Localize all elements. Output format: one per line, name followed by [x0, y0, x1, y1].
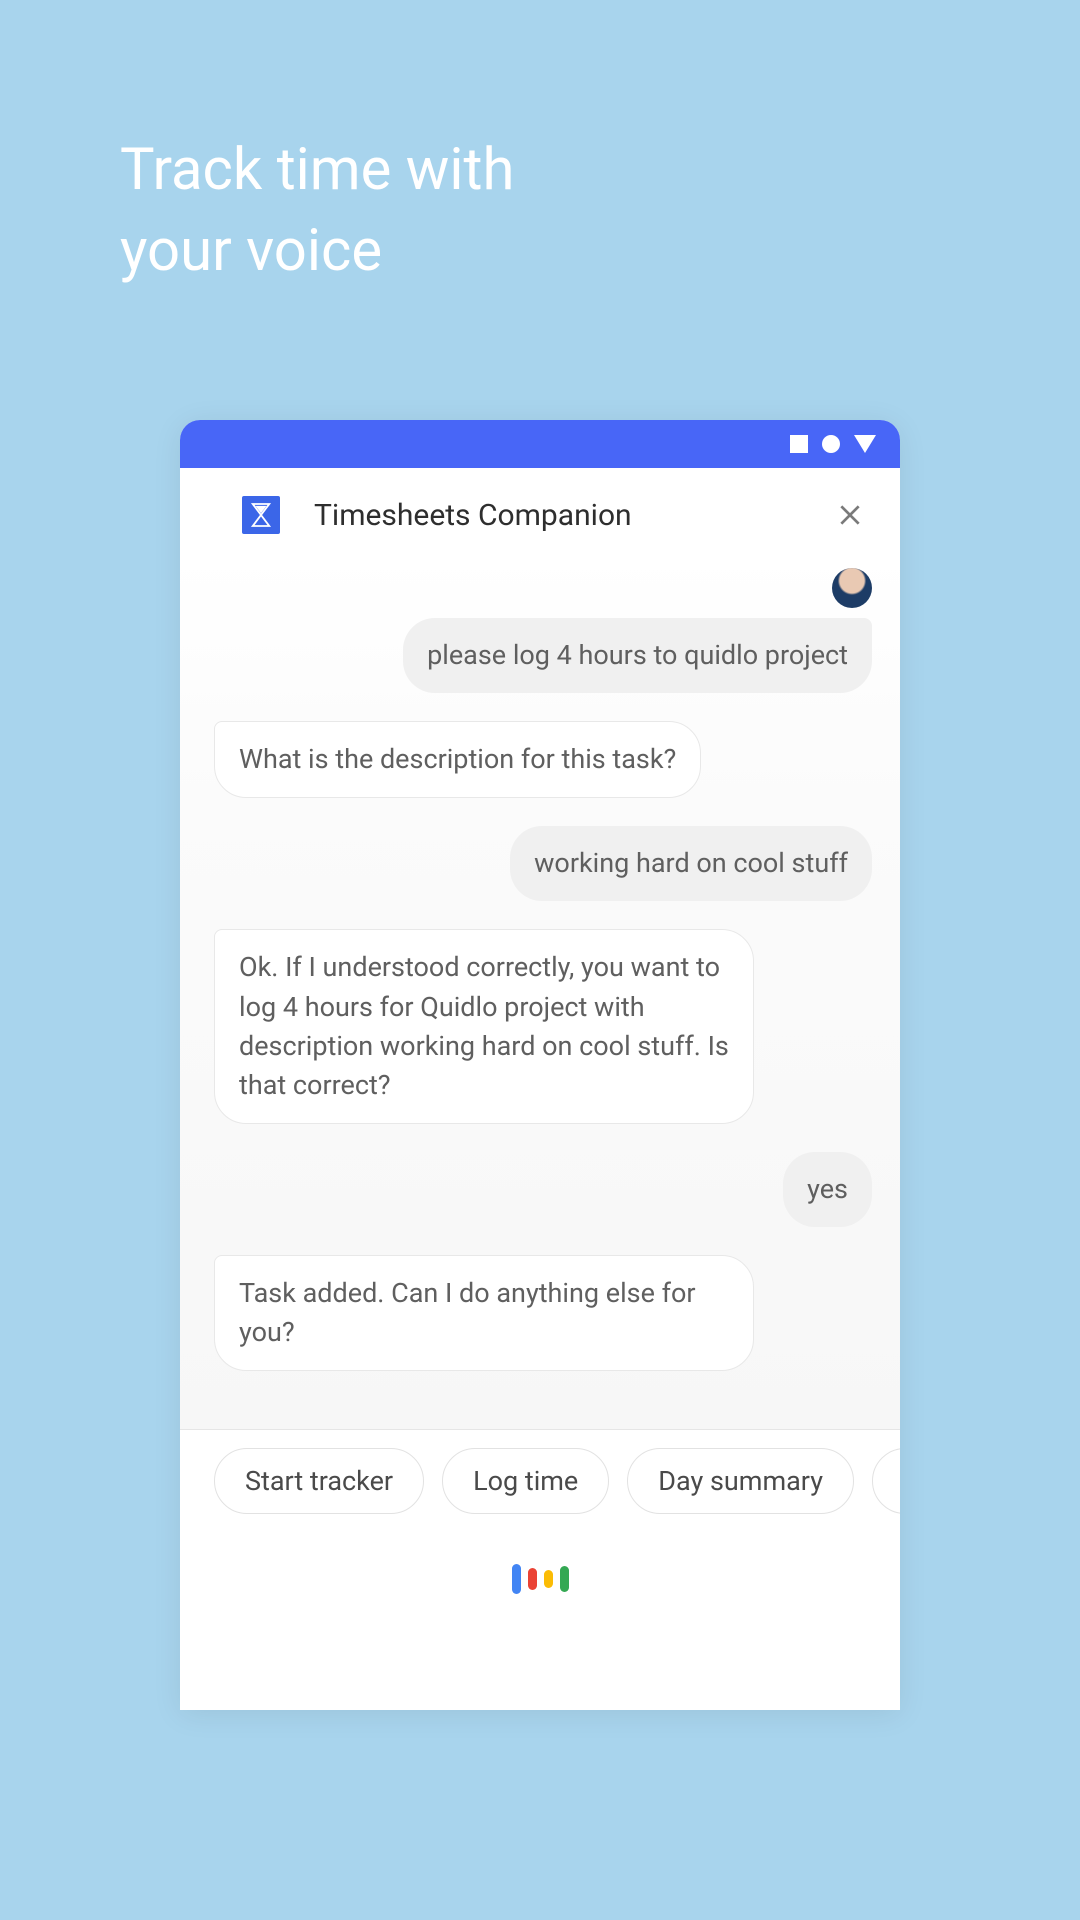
suggestion-row[interactable]: Start tracker Log time Day summary S [180, 1430, 900, 1514]
mic-area[interactable] [180, 1514, 900, 1594]
status-square-icon [790, 435, 808, 453]
message-user: please log 4 hours to quidlo project [403, 618, 872, 693]
suggestion-chip-partial[interactable]: S [872, 1448, 900, 1514]
message-text: yes [807, 1173, 848, 1205]
chip-label: Log time [473, 1465, 578, 1497]
message-text: Ok. If I understood correctly, you want … [239, 951, 729, 1100]
message-text: working hard on cool stuff [534, 847, 848, 879]
status-bar [180, 420, 900, 468]
headline: Track time with your voice [120, 130, 514, 292]
google-assistant-icon [512, 1564, 569, 1594]
app-title: Timesheets Companion [314, 498, 800, 533]
message-assistant: Task added. Can I do anything else for y… [214, 1255, 754, 1371]
message-assistant: What is the description for this task? [214, 721, 701, 798]
status-circle-icon [822, 435, 840, 453]
suggestion-chip-day-summary[interactable]: Day summary [627, 1448, 854, 1514]
app-header: Timesheets Companion [180, 468, 900, 554]
chip-label: Day summary [658, 1465, 823, 1497]
message-assistant: Ok. If I understood correctly, you want … [214, 929, 754, 1124]
device-frame: Timesheets Companion please log 4 hours … [180, 420, 900, 1710]
close-icon [837, 502, 863, 528]
user-avatar [832, 568, 872, 608]
chat-area: please log 4 hours to quidlo project Wha… [180, 554, 900, 1430]
message-text: What is the description for this task? [239, 743, 676, 775]
suggestion-chip-start-tracker[interactable]: Start tracker [214, 1448, 424, 1514]
avatar-row [214, 568, 876, 608]
dot-green [560, 1566, 569, 1592]
headline-line-2: your voice [120, 211, 514, 292]
dot-blue [512, 1564, 521, 1594]
close-button[interactable] [834, 499, 866, 531]
message-user: yes [783, 1152, 872, 1227]
headline-line-1: Track time with [120, 130, 514, 211]
dot-red [528, 1568, 537, 1590]
suggestion-chip-log-time[interactable]: Log time [442, 1448, 609, 1514]
message-text: Task added. Can I do anything else for y… [239, 1277, 696, 1348]
message-user: working hard on cool stuff [510, 826, 872, 901]
chip-label: Start tracker [245, 1465, 393, 1497]
status-triangle-icon [854, 435, 876, 453]
hourglass-icon [242, 496, 280, 534]
dot-yellow [544, 1570, 553, 1588]
message-text: please log 4 hours to quidlo project [427, 639, 848, 671]
